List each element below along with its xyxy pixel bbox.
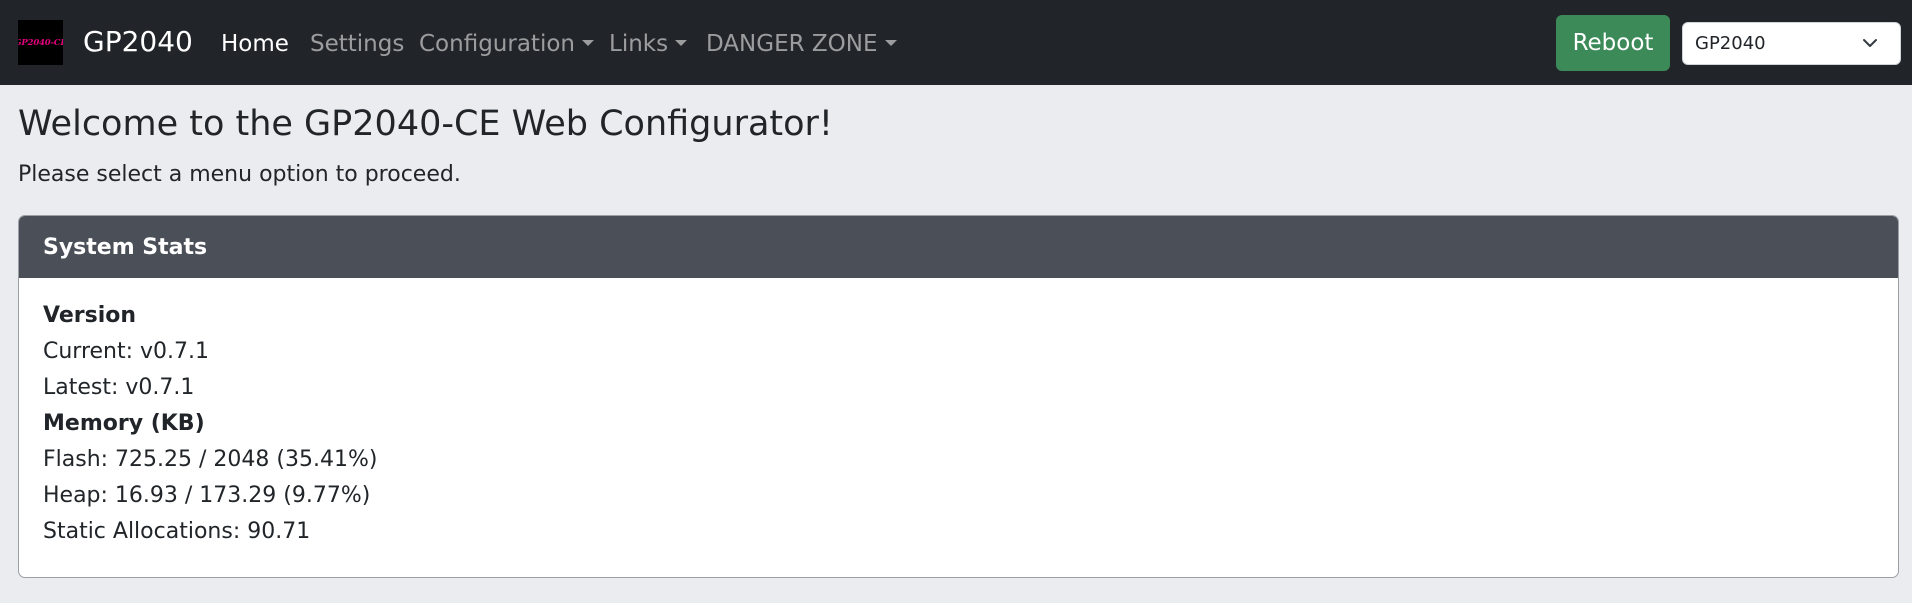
latest-version: Latest: v0.7.1 <box>43 375 195 400</box>
board-select-value: GP2040 <box>1695 33 1766 54</box>
page-subtitle: Please select a menu option to proceed. <box>18 162 461 187</box>
system-stats-card: System Stats Version Current: v0.7.1 Lat… <box>18 215 1899 578</box>
heap-usage: Heap: 16.93 / 173.29 (9.77%) <box>43 483 371 508</box>
current-version: Current: v0.7.1 <box>43 339 210 364</box>
brand-logo[interactable]: GP2040-CE <box>18 20 63 65</box>
nav-settings[interactable]: Settings <box>310 29 404 59</box>
reboot-button[interactable]: Reboot <box>1556 15 1670 71</box>
nav-settings-label: Settings <box>310 31 405 57</box>
static-allocations: Static Allocations: 90.71 <box>43 519 311 544</box>
nav-configuration-label: Configuration <box>419 31 575 57</box>
nav-links-label: Links <box>609 31 669 57</box>
board-select[interactable]: GP2040 <box>1682 22 1901 65</box>
brand-name[interactable]: GP2040 <box>83 25 193 59</box>
brand-logo-text: GP2040-CE <box>18 37 63 48</box>
chevron-down-icon <box>1863 39 1877 47</box>
page-title: Welcome to the GP2040-CE Web Configurato… <box>18 104 833 144</box>
nav-danger-zone-label: DANGER ZONE <box>706 31 878 57</box>
version-heading: Version <box>43 303 137 328</box>
memory-heading: Memory (KB) <box>43 411 205 436</box>
nav-configuration-dropdown[interactable]: Configuration <box>419 29 594 59</box>
top-navbar: GP2040-CE GP2040 Home Settings Configura… <box>0 0 1912 85</box>
caret-down-icon <box>675 40 688 46</box>
nav-home[interactable]: Home <box>221 29 289 59</box>
flash-usage: Flash: 725.25 / 2048 (35.41%) <box>43 447 378 472</box>
nav-links-dropdown[interactable]: Links <box>609 29 688 59</box>
system-stats-body: Version Current: v0.7.1 Latest: v0.7.1 M… <box>19 278 1898 550</box>
system-stats-header: System Stats <box>19 216 1898 278</box>
nav-home-label: Home <box>221 31 289 57</box>
nav-danger-zone-dropdown[interactable]: DANGER ZONE <box>706 29 897 59</box>
caret-down-icon <box>884 40 897 46</box>
caret-down-icon <box>581 40 594 46</box>
